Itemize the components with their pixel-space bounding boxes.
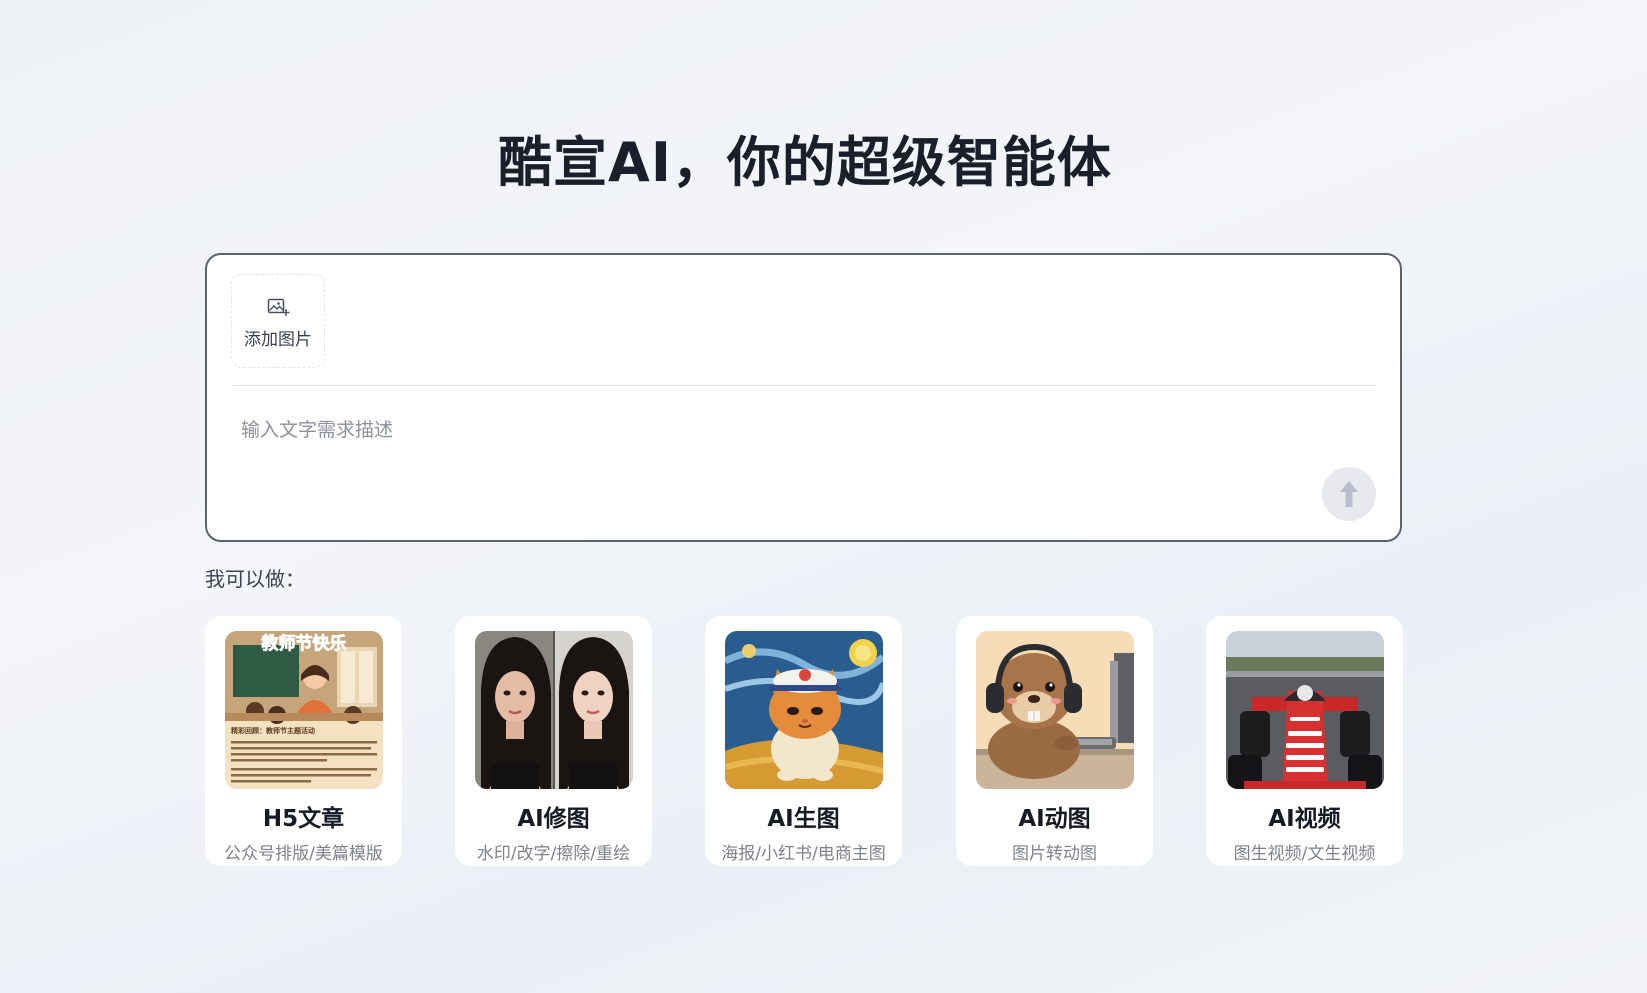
card-ai-retouch[interactable]: AI修图 水印/改字/擦除/重绘 [455,616,652,866]
thumb-beaver-with-headphones [975,631,1134,789]
page-title: 酷宣AI，你的超级智能体 [498,131,1112,194]
composer-divider [231,385,1376,386]
article-thumbnail-image: 教师节快乐 精彩回顾：教师节主题活动 [224,631,383,789]
race-car-thumbnail-image [1225,631,1384,789]
card-title: AI动图 [1018,806,1091,832]
add-image-icon [267,298,290,316]
thumb-caption-text: 精彩回顾：教师节主题活动 [231,726,315,735]
thumb-race-car [1225,631,1384,789]
card-subtitle: 水印/改字/擦除/重绘 [476,844,631,864]
card-title: AI修图 [517,806,590,832]
prompt-input[interactable] [241,415,1321,505]
portrait-thumbnail-image [474,631,633,789]
card-title: AI生图 [767,806,840,832]
card-subtitle: 公众号排版/美篇模版 [224,844,383,864]
card-subtitle: 海报/小红书/电商主图 [721,844,886,864]
card-ai-animation[interactable]: AI动图 图片转动图 [956,616,1153,866]
card-ai-video[interactable]: AI视频 图生视频/文生视频 [1206,616,1403,866]
card-ai-image-generation[interactable]: AI生图 海报/小红书/电商主图 [705,616,902,866]
add-image-button[interactable]: 添加图片 [231,274,325,368]
arrow-up-icon [1340,481,1358,507]
thumb-starry-night-cat [724,631,883,789]
card-subtitle: 图生视频/文生视频 [1233,844,1376,864]
thumb-banner-text: 教师节快乐 [260,633,346,654]
thumb-teachers-day-article: 教师节快乐 精彩回顾：教师节主题活动 [224,631,383,789]
thumb-portrait-retouch [474,631,633,789]
beaver-thumbnail-image [975,631,1134,789]
send-button[interactable] [1322,467,1376,521]
capability-cards: 教师节快乐 精彩回顾：教师节主题活动 H5文章 公众号排版/美篇模版 AI修图 … [205,616,1404,866]
card-title: H5文章 [262,806,345,832]
capabilities-heading: 我可以做： [205,567,305,591]
prompt-composer: 添加图片 [205,253,1402,542]
card-title: AI视频 [1268,806,1341,832]
card-subtitle: 图片转动图 [1012,844,1097,864]
cat-thumbnail-image [724,631,883,789]
add-image-label: 添加图片 [244,330,312,350]
card-h5-article[interactable]: 教师节快乐 精彩回顾：教师节主题活动 H5文章 公众号排版/美篇模版 [205,616,402,866]
